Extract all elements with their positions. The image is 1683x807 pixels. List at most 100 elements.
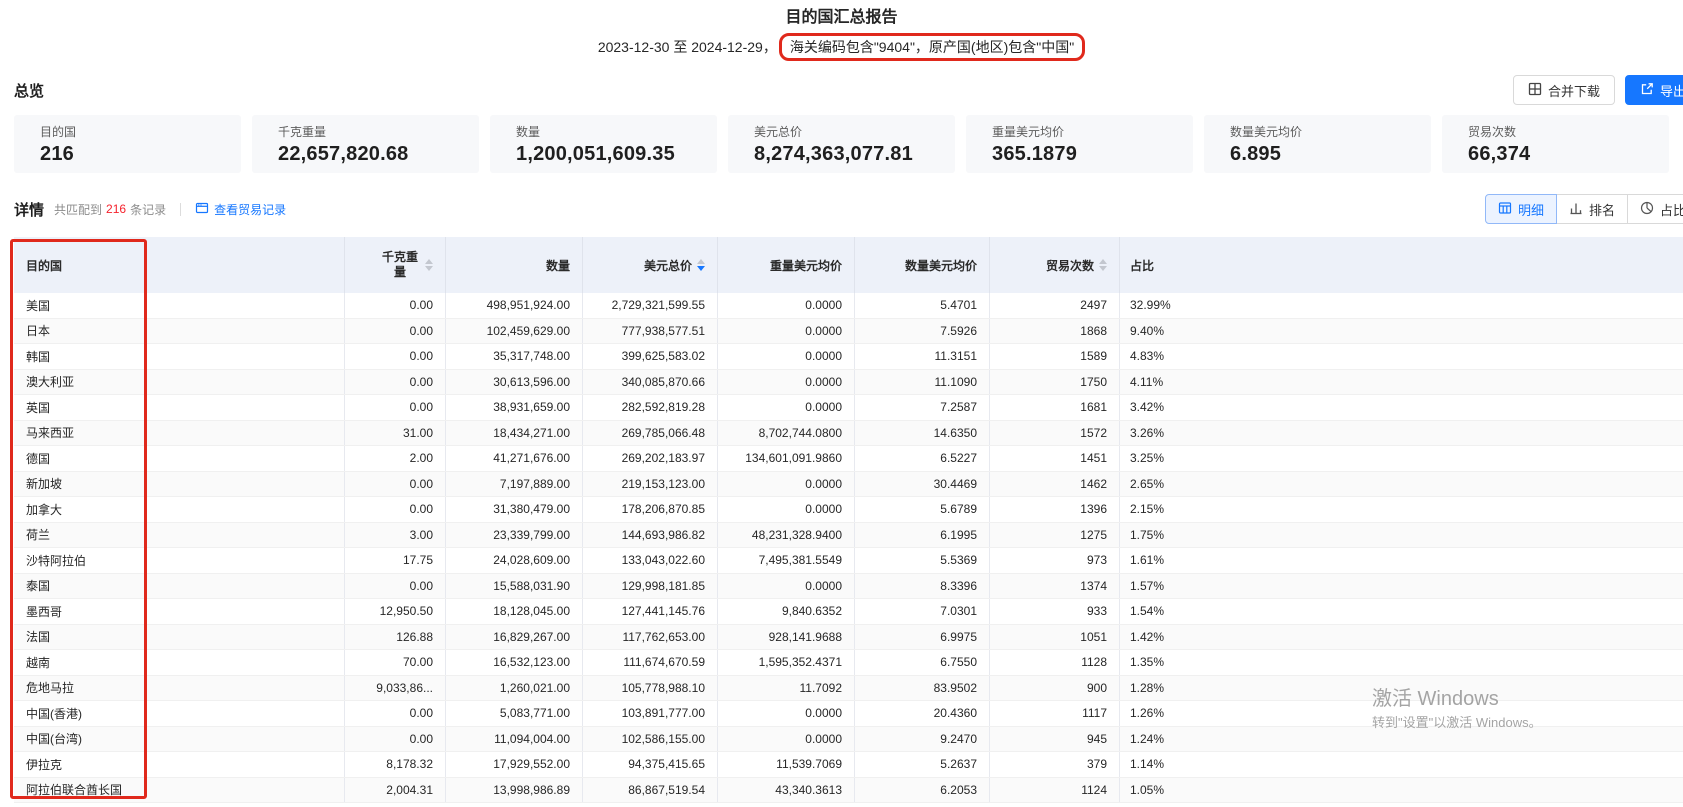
cell-share: 1.75% [1120, 523, 1683, 548]
cell-kg-weight: 0.00 [345, 472, 446, 497]
cell-country: 危地马拉 [14, 676, 345, 701]
cell-country: 中国(台湾) [14, 727, 345, 752]
cell-kg-weight: 17.75 [345, 548, 446, 573]
table-grid-icon [1498, 201, 1512, 218]
cell-weight-usd-avg: 1,595,352.4371 [718, 650, 855, 675]
cell-quantity-usd-avg: 7.0301 [855, 599, 990, 624]
cell-trade-count: 1462 [990, 472, 1120, 497]
cell-share: 1.28% [1120, 676, 1683, 701]
cell-country: 英国 [14, 395, 345, 420]
cell-share: 2.15% [1120, 497, 1683, 522]
tab-detail[interactable]: 明细 [1485, 194, 1557, 224]
cell-country: 墨西哥 [14, 599, 345, 624]
cell-total-usd: 2,729,321,599.55 [583, 293, 718, 318]
merge-download-button[interactable]: 合并下载 [1513, 75, 1615, 105]
table-row[interactable]: 马来西亚 31.00 18,434,271.00 269,785,066.48 … [14, 421, 1683, 447]
table-row[interactable]: 荷兰 3.00 23,339,799.00 144,693,986.82 48,… [14, 523, 1683, 549]
cell-trade-count: 1589 [990, 344, 1120, 369]
cell-weight-usd-avg: 0.0000 [718, 727, 855, 752]
sort-icon[interactable] [425, 259, 433, 271]
cell-kg-weight: 70.00 [345, 650, 446, 675]
cell-quantity-usd-avg: 11.1090 [855, 370, 990, 395]
table-row[interactable]: 沙特阿拉伯 17.75 24,028,609.00 133,043,022.60… [14, 548, 1683, 574]
table-row[interactable]: 法国 126.88 16,829,267.00 117,762,653.00 9… [14, 625, 1683, 651]
cell-share: 3.42% [1120, 395, 1683, 420]
ranking-bars-icon [1569, 201, 1583, 218]
cell-share: 1.54% [1120, 599, 1683, 624]
col-header-trade-count[interactable]: 贸易次数 [990, 237, 1120, 293]
trade-records-icon [195, 201, 209, 218]
cell-kg-weight: 0.00 [345, 395, 446, 420]
cell-weight-usd-avg: 9,840.6352 [718, 599, 855, 624]
cell-trade-count: 945 [990, 727, 1120, 752]
col-header-total-usd[interactable]: 美元总价 [583, 237, 718, 293]
table-body: 美国 0.00 498,951,924.00 2,729,321,599.55 … [14, 293, 1683, 803]
cell-share: 1.35% [1120, 650, 1683, 675]
date-range: 2023-12-30 至 2024-12-29， [598, 39, 777, 55]
card-value: 66,374 [1468, 143, 1643, 165]
cell-trade-count: 933 [990, 599, 1120, 624]
cell-share: 4.11% [1120, 370, 1683, 395]
sort-icon[interactable] [1099, 259, 1107, 271]
view-mode-tabs: 明细 排名 占比 [1485, 194, 1683, 224]
cell-kg-weight: 0.00 [345, 727, 446, 752]
table-row[interactable]: 泰国 0.00 15,588,031.90 129,998,181.85 0.0… [14, 574, 1683, 600]
table-row[interactable]: 危地马拉 9,033,86... 1,260,021.00 105,778,98… [14, 676, 1683, 702]
cell-trade-count: 1750 [990, 370, 1120, 395]
table-row[interactable]: 加拿大 0.00 31,380,479.00 178,206,870.85 0.… [14, 497, 1683, 523]
view-trade-records-link[interactable]: 查看贸易记录 [195, 201, 286, 218]
table-row[interactable]: 伊拉克 8,178.32 17,929,552.00 94,375,415.65… [14, 752, 1683, 778]
tab-ranking[interactable]: 排名 [1556, 194, 1628, 224]
export-button[interactable]: 导出 [1625, 75, 1683, 105]
table-row[interactable]: 韩国 0.00 35,317,748.00 399,625,583.02 0.0… [14, 344, 1683, 370]
filter-criteria-annotation: 海关编码包含"9404"，原产国(地区)包含"中国" [779, 33, 1085, 61]
cell-weight-usd-avg: 43,340.3613 [718, 778, 855, 803]
cell-quantity: 7,197,889.00 [446, 472, 583, 497]
cell-total-usd: 340,085,870.66 [583, 370, 718, 395]
cell-weight-usd-avg: 8,702,744.0800 [718, 421, 855, 446]
table-row[interactable]: 中国(台湾) 0.00 11,094,004.00 102,586,155.00… [14, 727, 1683, 753]
col-header-share: 占比 [1120, 237, 1683, 293]
table-row[interactable]: 英国 0.00 38,931,659.00 282,592,819.28 0.0… [14, 395, 1683, 421]
cell-trade-count: 379 [990, 752, 1120, 777]
col-header-destination: 目的国 [14, 237, 345, 293]
sort-icon-active-desc[interactable] [697, 259, 705, 271]
cell-kg-weight: 0.00 [345, 370, 446, 395]
cell-quantity: 38,931,659.00 [446, 395, 583, 420]
col-header-quantity: 数量 [446, 237, 583, 293]
cell-quantity: 102,459,629.00 [446, 319, 583, 344]
cell-quantity-usd-avg: 5.4701 [855, 293, 990, 318]
table-row[interactable]: 新加坡 0.00 7,197,889.00 219,153,123.00 0.0… [14, 472, 1683, 498]
cell-total-usd: 129,998,181.85 [583, 574, 718, 599]
table-row[interactable]: 美国 0.00 498,951,924.00 2,729,321,599.55 … [14, 293, 1683, 319]
cell-total-usd: 219,153,123.00 [583, 472, 718, 497]
table-row[interactable]: 越南 70.00 16,532,123.00 111,674,670.59 1,… [14, 650, 1683, 676]
cell-quantity-usd-avg: 6.7550 [855, 650, 990, 675]
cell-weight-usd-avg: 0.0000 [718, 370, 855, 395]
cell-kg-weight: 126.88 [345, 625, 446, 650]
match-suffix: 条记录 [130, 201, 166, 218]
cell-share: 1.57% [1120, 574, 1683, 599]
cell-share: 4.83% [1120, 344, 1683, 369]
col-header-kg-weight[interactable]: 千克重量 [345, 237, 446, 293]
cell-weight-usd-avg: 0.0000 [718, 472, 855, 497]
tab-share[interactable]: 占比 [1627, 194, 1683, 224]
cell-share: 3.25% [1120, 446, 1683, 471]
cell-weight-usd-avg: 48,231,328.9400 [718, 523, 855, 548]
tab-ranking-label: 排名 [1589, 200, 1615, 219]
view-trade-records-label: 查看贸易记录 [214, 201, 286, 218]
table-row[interactable]: 中国(香港) 0.00 5,083,771.00 103,891,777.00 … [14, 701, 1683, 727]
merge-download-label: 合并下载 [1548, 81, 1600, 100]
cell-total-usd: 127,441,145.76 [583, 599, 718, 624]
merge-grid-icon [1528, 82, 1542, 99]
table-row[interactable]: 日本 0.00 102,459,629.00 777,938,577.51 0.… [14, 319, 1683, 345]
card-value: 8,274,363,077.81 [754, 143, 929, 165]
summary-card: 数量美元均价 6.895 [1204, 115, 1431, 173]
table-row[interactable]: 墨西哥 12,950.50 18,128,045.00 127,441,145.… [14, 599, 1683, 625]
table-row[interactable]: 德国 2.00 41,271,676.00 269,202,183.97 134… [14, 446, 1683, 472]
table-row[interactable]: 阿拉伯联合酋长国 2,004.31 13,998,986.89 86,867,5… [14, 778, 1683, 804]
vertical-divider [180, 203, 181, 216]
table-row[interactable]: 澳大利亚 0.00 30,613,596.00 340,085,870.66 0… [14, 370, 1683, 396]
report-header: 目的国汇总报告 2023-12-30 至 2024-12-29，海关编码包含"9… [0, 0, 1683, 61]
cell-quantity: 17,929,552.00 [446, 752, 583, 777]
